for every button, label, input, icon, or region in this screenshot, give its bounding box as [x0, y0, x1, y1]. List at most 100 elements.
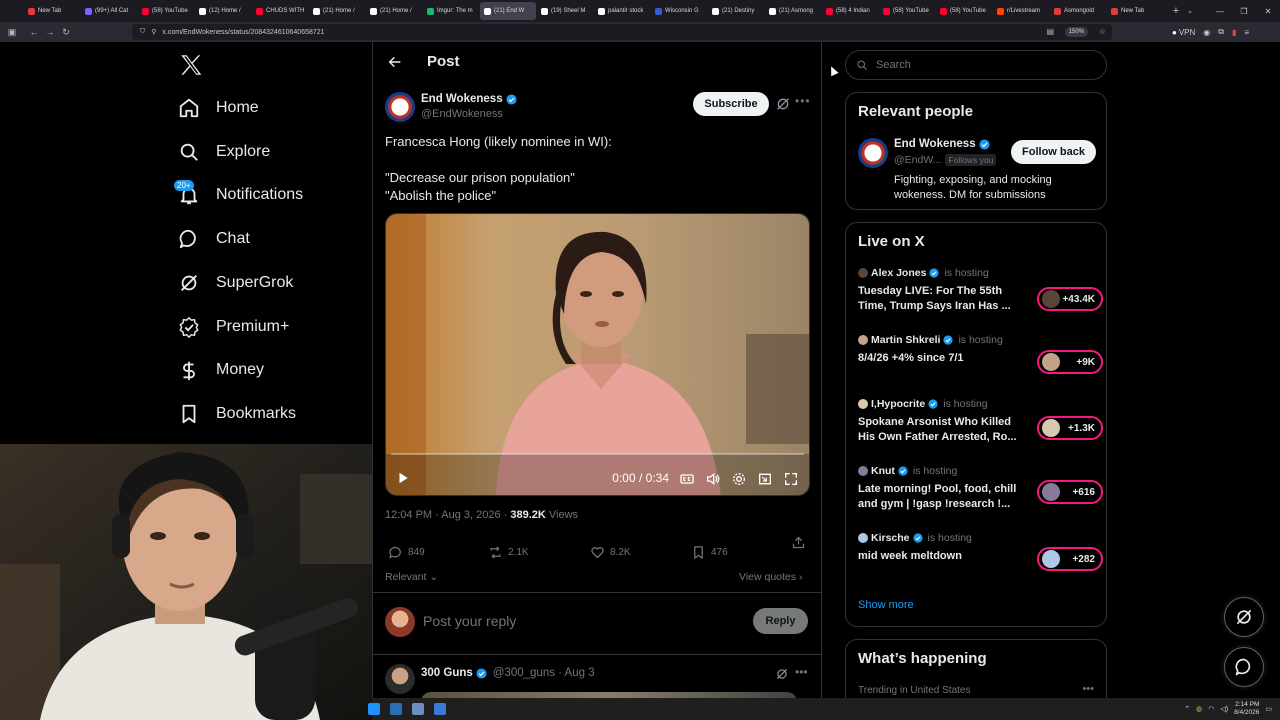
- browser-tab[interactable]: (58) YouTube: [138, 2, 194, 20]
- reply-input[interactable]: Post your reply: [423, 613, 516, 629]
- live-listeners-pill[interactable]: +1.3K: [1037, 416, 1103, 440]
- reply-tweet[interactable]: 300 Guns @300_guns · Aug 3 •••: [373, 656, 821, 698]
- browser-tab[interactable]: (21) End W: [480, 2, 536, 20]
- close-window-button[interactable]: ✕: [1256, 0, 1280, 22]
- more-options-icon[interactable]: •••: [795, 94, 811, 108]
- show-more-link[interactable]: Show more: [858, 599, 914, 611]
- grok-icon[interactable]: [775, 96, 791, 112]
- reply-author-avatar[interactable]: [385, 664, 415, 694]
- account-icon[interactable]: ◉: [1203, 28, 1210, 37]
- author-handle[interactable]: @EndWokeness: [421, 108, 503, 120]
- tray-chevron-icon[interactable]: ⌃: [1184, 705, 1190, 713]
- browser-tab[interactable]: Asmongold: [1050, 2, 1106, 20]
- relevant-person-handle[interactable]: @EndW...: [894, 154, 941, 166]
- fullscreen-icon[interactable]: [783, 471, 799, 487]
- nav-notifications[interactable]: 20+ Notifications: [174, 180, 303, 210]
- new-tab-button[interactable]: +: [1169, 5, 1183, 17]
- post-timestamp[interactable]: 12:04 PM · Aug 3, 2026 ·: [385, 509, 510, 521]
- current-user-avatar[interactable]: [385, 607, 415, 637]
- reply-action[interactable]: 849: [388, 545, 425, 560]
- live-listeners-pill[interactable]: +43.4K: [1037, 287, 1103, 311]
- browser-tab[interactable]: r/Livestream: [993, 2, 1049, 20]
- messages-fab-button[interactable]: [1224, 647, 1264, 687]
- live-listeners-pill[interactable]: +282: [1037, 547, 1103, 571]
- back-button[interactable]: [385, 52, 405, 72]
- back-arrow-icon[interactable]: ←: [26, 24, 42, 40]
- captions-icon[interactable]: [679, 471, 695, 487]
- settings-gear-icon[interactable]: [731, 471, 747, 487]
- clock[interactable]: 2:14 PM 8/4/2026: [1234, 701, 1259, 717]
- nav-chat[interactable]: Chat: [178, 224, 250, 254]
- address-bar[interactable]: ⛉ ⚲ x.com/EndWokeness/status/20843246106…: [132, 24, 1112, 40]
- nav-home[interactable]: Home: [178, 93, 259, 123]
- reply-button[interactable]: Reply: [753, 608, 808, 634]
- browser-tab[interactable]: (21) Asmong: [765, 2, 821, 20]
- search-input[interactable]: Search: [845, 50, 1107, 80]
- forward-arrow-icon[interactable]: →: [42, 24, 58, 40]
- nav-money[interactable]: Money: [178, 355, 264, 385]
- browser-tab[interactable]: CHUDS WITH: [252, 2, 308, 20]
- subscribe-button[interactable]: Subscribe: [693, 92, 769, 116]
- extensions-icon[interactable]: ⧉: [1218, 27, 1224, 37]
- more-options-icon[interactable]: •••: [795, 665, 808, 679]
- app-icon-3[interactable]: [434, 703, 446, 715]
- reply-sort-dropdown[interactable]: Relevant ⌄: [385, 571, 438, 583]
- live-item[interactable]: Martin Shkreli is hosting 8/4/26 +4% since…: [858, 334, 1103, 374]
- browser-tab[interactable]: (99+) All Cat: [81, 2, 137, 20]
- reply-author[interactable]: 300 Guns @300_guns · Aug 3: [421, 667, 595, 679]
- zoom-indicator[interactable]: 150%: [1064, 27, 1088, 37]
- browser-tab[interactable]: Imgur: The m: [423, 2, 479, 20]
- browser-tab[interactable]: (58) YouTube: [936, 2, 992, 20]
- notification-center-icon[interactable]: ▭: [1265, 705, 1272, 713]
- share-icon[interactable]: [791, 535, 806, 550]
- minimize-button[interactable]: —: [1208, 0, 1232, 22]
- relevant-person-avatar[interactable]: [858, 138, 888, 168]
- tray-app-icon[interactable]: ◍: [1196, 705, 1202, 713]
- more-options-icon[interactable]: •••: [1082, 683, 1094, 695]
- live-item[interactable]: I,Hypocrite is hosting Spokane Arsonist Wh…: [858, 398, 1103, 445]
- repost-action[interactable]: 2.1K: [488, 545, 529, 560]
- author-name[interactable]: End Wokeness: [421, 93, 517, 105]
- speaker-icon[interactable]: ◁): [1220, 705, 1228, 713]
- browser-tab[interactable]: New Tab: [24, 2, 80, 20]
- bookmark-star-icon[interactable]: ☆: [1099, 27, 1106, 36]
- nav-supergrok[interactable]: SuperGrok: [178, 268, 293, 298]
- x-logo-icon[interactable]: [178, 52, 204, 78]
- picture-in-picture-icon[interactable]: [757, 471, 773, 487]
- vpn-icon[interactable]: ● VPN: [1172, 28, 1195, 37]
- app-icon-2[interactable]: [412, 703, 424, 715]
- browser-tab[interactable]: (12) Home /: [195, 2, 251, 20]
- video-progress-bar[interactable]: [391, 453, 804, 455]
- browser-tab[interactable]: (21) Home /: [366, 2, 422, 20]
- reader-view-icon[interactable]: ▤: [1046, 27, 1054, 36]
- shield-extension-icon[interactable]: ▮: [1232, 28, 1236, 37]
- relevant-person-name[interactable]: End Wokeness: [894, 138, 990, 150]
- site-info-icon[interactable]: ⚲: [151, 28, 156, 36]
- volume-icon[interactable]: [705, 471, 721, 487]
- nav-premium[interactable]: Premium+: [178, 312, 289, 342]
- live-item[interactable]: Knut is hosting Late morning! Pool, food, …: [858, 465, 1103, 512]
- browser-tab[interactable]: Wisconsin G: [651, 2, 707, 20]
- tab-list-button[interactable]: ⌄: [1183, 7, 1197, 15]
- browser-tab[interactable]: (19) Sheel M: [537, 2, 593, 20]
- browser-tab[interactable]: (58) 4 Indian: [822, 2, 878, 20]
- live-item[interactable]: Alex Jones is hosting Tuesday LIVE: For Th…: [858, 267, 1103, 314]
- browser-tab[interactable]: (21) Destiny: [708, 2, 764, 20]
- sidebar-toggle-icon[interactable]: ▣: [4, 24, 20, 40]
- browser-tab[interactable]: palantir stock: [594, 2, 650, 20]
- maximize-button[interactable]: ❐: [1232, 0, 1256, 22]
- follow-back-button[interactable]: Follow back: [1011, 140, 1096, 164]
- browser-tab[interactable]: New Tab: [1107, 2, 1163, 20]
- reload-icon[interactable]: ↻: [58, 24, 74, 40]
- video-player[interactable]: 0:00 / 0:34: [385, 213, 810, 496]
- app-icon-1[interactable]: [390, 703, 402, 715]
- live-item[interactable]: Kirsche is hosting mid week meltdown +282: [858, 532, 1103, 571]
- grok-fab-button[interactable]: [1224, 597, 1264, 637]
- play-icon[interactable]: [396, 471, 410, 485]
- nav-explore[interactable]: Explore: [178, 137, 270, 167]
- view-quotes-link[interactable]: View quotes ›: [739, 571, 802, 583]
- wifi-icon[interactable]: ◠: [1208, 705, 1214, 713]
- menu-icon[interactable]: ≡: [1244, 28, 1249, 37]
- browser-tab[interactable]: (21) Home /: [309, 2, 365, 20]
- bookmark-action[interactable]: 476: [691, 545, 728, 560]
